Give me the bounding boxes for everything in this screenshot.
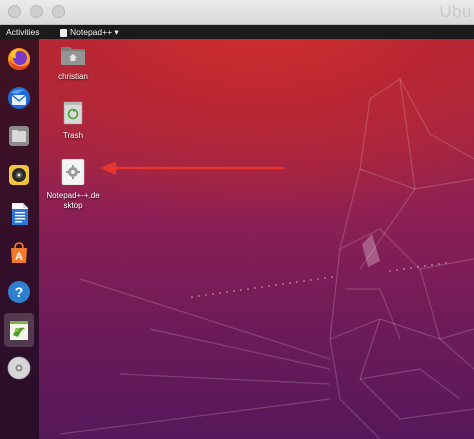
dock-item-rhythmbox[interactable]	[4, 160, 34, 190]
home-folder-icon	[61, 47, 85, 65]
app-menu[interactable]: Notepad++ ▾	[60, 27, 119, 38]
firefox-icon	[8, 48, 30, 70]
svg-text:A: A	[15, 251, 23, 263]
maximize-button[interactable]	[52, 5, 65, 18]
dock-item-help[interactable]: ?	[4, 277, 34, 307]
app-menu-label: Notepad++ ▾	[70, 27, 119, 37]
desktop-icon-label: Trash	[62, 131, 84, 140]
red-arrow-annotation	[100, 161, 284, 175]
wallpaper-cat-art	[59, 78, 474, 439]
dock: A ?	[0, 39, 39, 439]
dock-item-disc[interactable]	[4, 353, 34, 383]
software-icon: A	[11, 242, 27, 263]
notepad-icon	[10, 321, 28, 340]
activities-button[interactable]: Activities	[6, 27, 40, 37]
trash-icon	[63, 101, 83, 125]
desktop-icon-home[interactable]: christian	[41, 44, 105, 82]
top-bar: Activities Notepad++ ▾	[0, 25, 474, 39]
dock-item-files[interactable]	[4, 121, 34, 151]
desktop-icon-label: Notepad+-+.desktop	[46, 191, 100, 210]
dock-item-notepad-plus-plus[interactable]	[4, 313, 34, 347]
dock-item-firefox[interactable]	[4, 44, 34, 74]
files-icon	[9, 126, 29, 146]
svg-text:?: ?	[15, 284, 24, 300]
dock-item-writer[interactable]	[4, 199, 34, 229]
close-button[interactable]	[8, 5, 21, 18]
window-title: Ubu	[439, 2, 472, 21]
minimize-button[interactable]	[30, 5, 43, 18]
thunderbird-icon	[8, 87, 30, 109]
disc-icon	[7, 356, 31, 380]
writer-icon	[12, 203, 28, 225]
desktop-background	[0, 39, 474, 439]
desktop-icon-label: christian	[58, 72, 88, 81]
dock-item-thunderbird[interactable]	[4, 83, 34, 113]
notepad-small-icon	[60, 28, 67, 37]
dock-item-software[interactable]: A	[4, 238, 34, 268]
title-bar: Ubu	[0, 0, 474, 25]
desktop-icon-notepad-desktop-file[interactable]: Notepad+-+.desktop	[41, 158, 105, 211]
desktop-icon-trash[interactable]: Trash	[41, 101, 105, 141]
rhythmbox-icon	[9, 165, 29, 185]
help-icon: ?	[8, 281, 30, 303]
desktop-file-icon	[61, 158, 85, 186]
